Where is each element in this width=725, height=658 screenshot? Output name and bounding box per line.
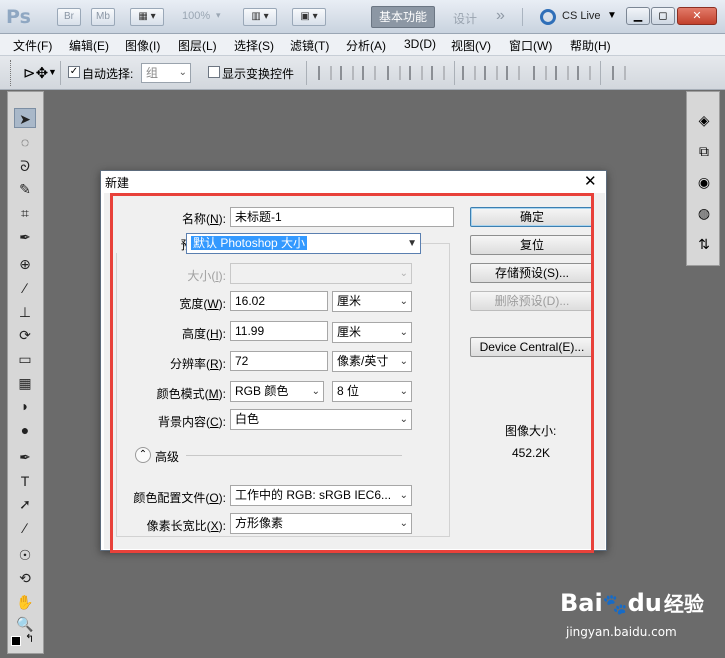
- application-bar: Ps Br Mb ▦ ▾ 100% ▾ ▥ ▾ ▣ ▾ 基本功能 设计 » CS…: [0, 0, 725, 34]
- gradient-tool[interactable]: ▦: [14, 373, 36, 393]
- dialog-close-button[interactable]: ✕: [584, 172, 597, 190]
- move-tool-preset-icon[interactable]: ⊳✥: [23, 64, 48, 82]
- menu-select[interactable]: 选择(S): [234, 37, 274, 54]
- distribute-left-icon[interactable]: [533, 66, 547, 80]
- menu-filter[interactable]: 滤镜(T): [290, 37, 329, 54]
- lasso-tool[interactable]: ᘐ: [14, 156, 36, 176]
- align-left-icon[interactable]: [387, 66, 401, 80]
- distribute-right-icon[interactable]: [577, 66, 591, 80]
- masks-panel-icon[interactable]: ◍: [693, 202, 715, 224]
- menu-image[interactable]: 图像(I): [125, 37, 160, 54]
- extras-menu-button[interactable]: ▦ ▾: [130, 8, 164, 26]
- styles-panel-icon[interactable]: ◉: [693, 171, 715, 193]
- options-bar: ⊳✥ ▼ ✓ 自动选择: 组 ⌄ 显示变换控件: [0, 56, 725, 90]
- divider: [60, 61, 61, 85]
- bridge-button[interactable]: Br: [57, 8, 81, 26]
- distribute-vcenter-icon[interactable]: [484, 66, 498, 80]
- move-tool[interactable]: ➤: [14, 108, 36, 128]
- align-top-icon[interactable]: [318, 66, 332, 80]
- line-tool[interactable]: ∕: [14, 518, 36, 538]
- menu-view[interactable]: 视图(V): [451, 37, 491, 54]
- auto-select-label: 自动选择:: [82, 67, 134, 81]
- menu-analysis[interactable]: 分析(A): [346, 37, 386, 54]
- divider: [454, 61, 455, 85]
- distribute-hcenter-icon[interactable]: [555, 66, 569, 80]
- adjustments-panel-icon[interactable]: ⧉: [693, 140, 715, 162]
- align-vcenter-icon[interactable]: [340, 66, 354, 80]
- zoom-tool[interactable]: 🔍: [14, 614, 36, 634]
- history-panel-icon[interactable]: ⇅: [693, 233, 715, 255]
- options-grip[interactable]: [10, 60, 13, 86]
- cs-live-menu[interactable]: CS Live: [562, 10, 601, 22]
- close-window-button[interactable]: ✕: [677, 7, 717, 25]
- divider: [522, 8, 523, 26]
- workspace-essentials-button[interactable]: 基本功能: [371, 6, 435, 28]
- watermark-url: jingyan.baidu.com: [566, 625, 677, 639]
- show-transform-label: 显示变换控件: [222, 67, 295, 81]
- auto-align-layers-icon[interactable]: [612, 66, 626, 80]
- 3d-rotate-tool[interactable]: ☉: [14, 545, 36, 565]
- menu-help[interactable]: 帮助(H): [570, 37, 611, 54]
- crop-tool[interactable]: ⌗: [14, 203, 36, 223]
- chevron-down-icon: ⌄: [178, 67, 187, 78]
- healing-brush-tool[interactable]: ⊕: [14, 254, 36, 274]
- photoshop-logo: Ps: [6, 6, 31, 28]
- path-select-tool[interactable]: ➚: [14, 494, 36, 514]
- 3d-orbit-tool[interactable]: ⟲: [14, 568, 36, 588]
- eraser-tool[interactable]: ▭: [14, 349, 36, 369]
- screen-mode-button[interactable]: ▣ ▾: [292, 8, 326, 26]
- zoom-level[interactable]: 100%: [182, 10, 210, 22]
- zoom-dropdown-icon[interactable]: ▾: [216, 10, 221, 21]
- foreground-color-swatch[interactable]: [11, 636, 21, 646]
- dialog-title: 新建: [105, 176, 130, 190]
- auto-select-dropdown[interactable]: 组 ⌄: [141, 63, 191, 83]
- swap-colors-icon[interactable]: ↰: [25, 632, 34, 645]
- highlight-box: [110, 193, 594, 553]
- toolbox: ➤ ◌ ᘐ ✎ ⌗ ✒ ⊕ ∕ ⊥ ⟳ ▭ ▦ ◗ ● ✒ T ➚ ∕ ☉ ⟲ ✋ 🔍 ↰: [7, 91, 44, 654]
- quick-select-tool[interactable]: ✎: [14, 179, 36, 199]
- swatches-panel-icon[interactable]: ◈: [693, 109, 715, 131]
- clone-stamp-tool[interactable]: ⊥: [14, 302, 36, 322]
- eyedropper-tool[interactable]: ✒: [14, 227, 36, 247]
- distribute-bottom-icon[interactable]: [506, 66, 520, 80]
- menu-file[interactable]: 文件(F): [13, 37, 52, 54]
- mini-bridge-button[interactable]: Mb: [91, 8, 115, 26]
- blur-tool[interactable]: ◗: [14, 396, 36, 416]
- restore-button[interactable]: ◻: [651, 7, 675, 25]
- pen-tool[interactable]: ✒: [14, 447, 36, 467]
- marquee-tool[interactable]: ◌: [14, 132, 36, 152]
- type-tool[interactable]: T: [14, 471, 36, 491]
- more-workspaces-icon[interactable]: »: [496, 7, 505, 25]
- paw-icon: 🐾: [602, 592, 628, 616]
- arrange-documents-button[interactable]: ▥ ▾: [243, 8, 277, 26]
- divider: [306, 61, 307, 85]
- menu-edit[interactable]: 编辑(E): [69, 37, 109, 54]
- workspace-design-button[interactable]: 设计: [453, 10, 477, 27]
- hand-tool[interactable]: ✋: [14, 592, 36, 612]
- auto-select-checkbox[interactable]: ✓: [68, 66, 80, 78]
- distribute-top-icon[interactable]: [462, 66, 476, 80]
- auto-select-value: 组: [146, 66, 159, 80]
- menu-layer[interactable]: 图层(L): [178, 37, 217, 54]
- divider: [600, 61, 601, 85]
- align-right-icon[interactable]: [431, 66, 445, 80]
- align-hcenter-icon[interactable]: [409, 66, 423, 80]
- history-brush-tool[interactable]: ⟳: [14, 325, 36, 345]
- cs-live-icon: [540, 9, 556, 25]
- show-transform-checkbox[interactable]: [208, 66, 220, 78]
- minimize-button[interactable]: ▁: [626, 7, 650, 25]
- dodge-tool[interactable]: ●: [14, 420, 36, 440]
- brush-tool[interactable]: ∕: [14, 278, 36, 298]
- menu-window[interactable]: 窗口(W): [509, 37, 552, 54]
- baidu-watermark: Bai🐾du 经验: [560, 589, 704, 617]
- menu-bar: 文件(F) 编辑(E) 图像(I) 图层(L) 选择(S) 滤镜(T) 分析(A…: [0, 34, 725, 56]
- menu-3d[interactable]: 3D(D): [404, 37, 436, 51]
- tool-preset-dropdown-icon[interactable]: ▼: [48, 67, 57, 77]
- align-bottom-icon[interactable]: [362, 66, 376, 80]
- cs-live-dropdown-icon[interactable]: ▼: [607, 10, 617, 21]
- panel-dock: ◈ ⧉ ◉ ◍ ⇅: [686, 91, 720, 266]
